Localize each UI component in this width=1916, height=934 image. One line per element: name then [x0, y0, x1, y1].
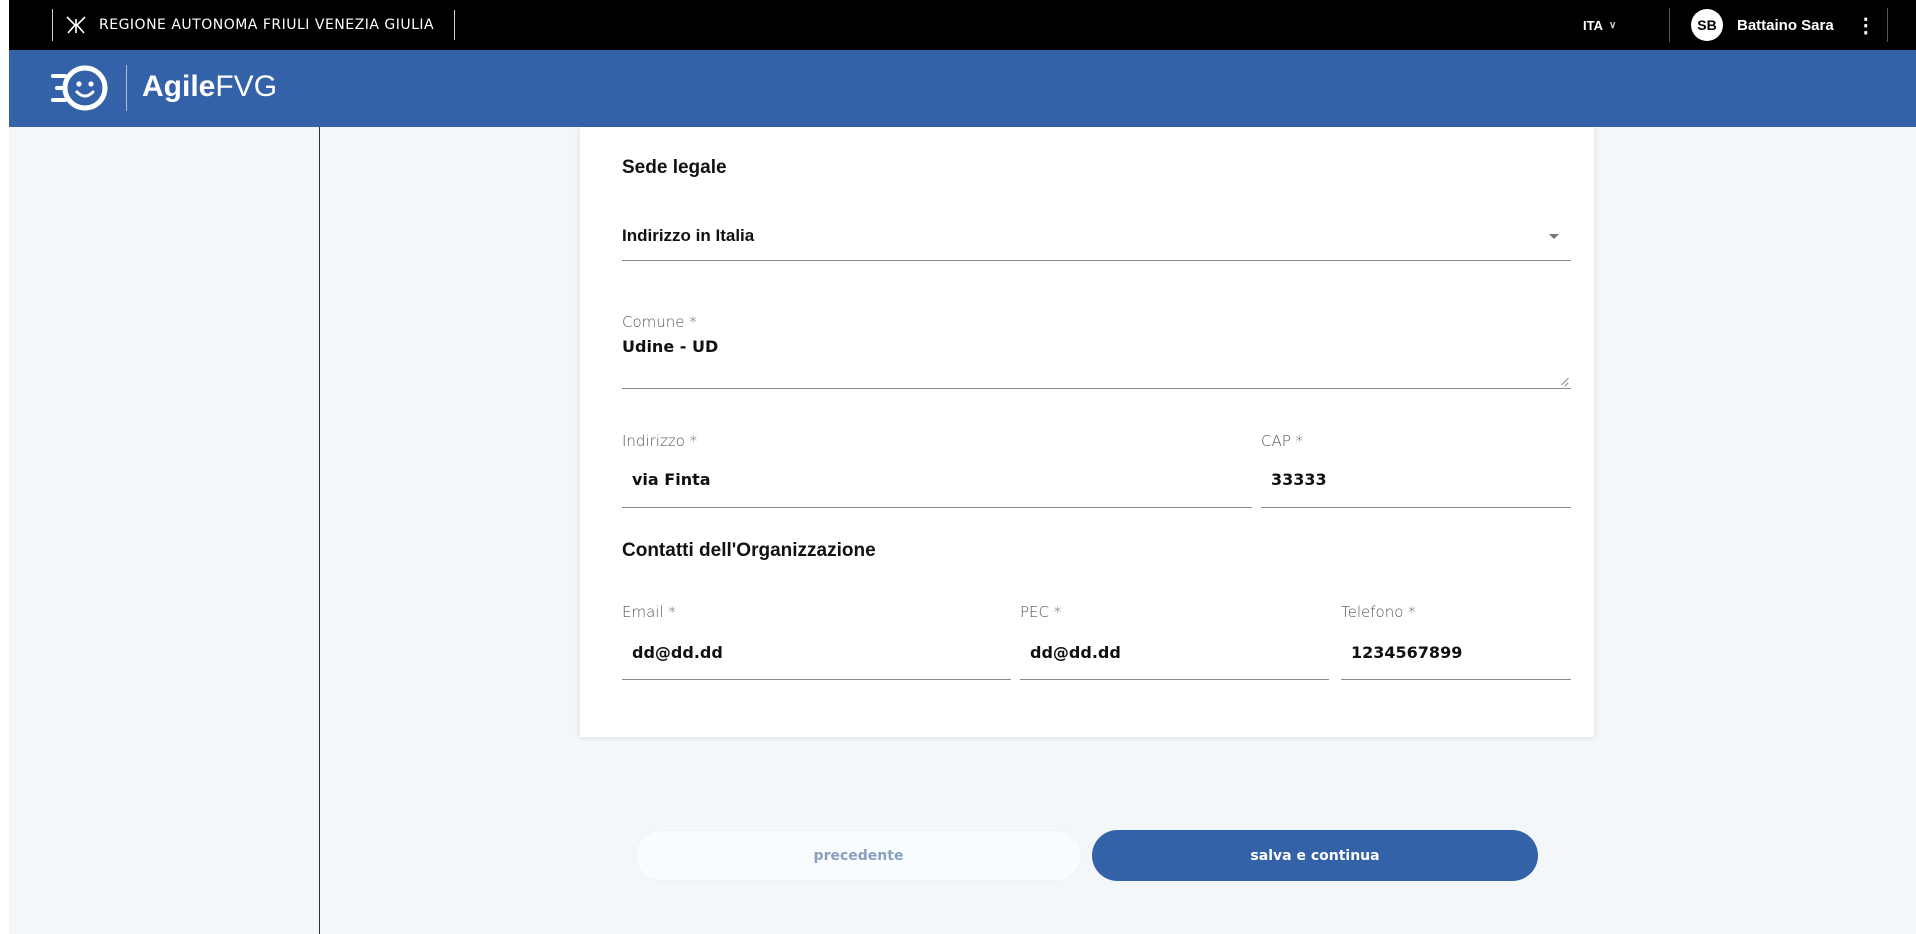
form-card: Sede legale Indirizzo in Italia Comune *…: [580, 127, 1594, 737]
comune-field[interactable]: Comune * Udine - UD: [622, 313, 1571, 389]
section-title-sede-legale: Sede legale: [622, 157, 727, 178]
region-brand[interactable]: REGIONE AUTONOMA FRIULI VENEZIA GIULIA: [52, 0, 434, 50]
user-menu[interactable]: SB Battaino Sara ⋮: [1691, 0, 1876, 50]
comune-label: Comune *: [622, 313, 697, 331]
field-underline: [1341, 679, 1571, 680]
chevron-down-icon: ∨: [1608, 19, 1617, 31]
email-field[interactable]: Email * dd@dd.dd: [622, 603, 1011, 680]
app-title-regular: FVG: [215, 70, 278, 103]
address-type-value: Indirizzo in Italia: [622, 226, 755, 245]
pec-value: dd@dd.dd: [1030, 643, 1121, 662]
region-eagle-icon: [63, 12, 89, 38]
app-header: AgileFVG: [9, 50, 1916, 127]
app-frame: REGIONE AUTONOMA FRIULI VENEZIA GIULIA I…: [9, 0, 1916, 934]
cap-field[interactable]: CAP * 33333: [1261, 432, 1571, 508]
field-underline: [1020, 679, 1329, 680]
divider: [454, 10, 455, 40]
agilefvg-logo-icon[interactable]: [51, 62, 111, 114]
telefono-label: Telefono *: [1341, 603, 1416, 621]
app-title-bold: Agile: [142, 70, 216, 103]
comune-value: Udine - UD: [622, 337, 719, 356]
cap-value: 33333: [1271, 470, 1327, 489]
top-bar: REGIONE AUTONOMA FRIULI VENEZIA GIULIA I…: [9, 0, 1916, 50]
divider: [52, 9, 53, 41]
divider: [1669, 8, 1670, 42]
indirizzo-value: via Finta: [632, 470, 711, 489]
field-underline: [622, 507, 1252, 508]
indirizzo-field[interactable]: Indirizzo * via Finta: [622, 432, 1252, 508]
pec-label: PEC *: [1020, 603, 1062, 621]
sidebar-divider: [319, 127, 320, 934]
region-name: REGIONE AUTONOMA FRIULI VENEZIA GIULIA: [99, 17, 435, 33]
language-selector[interactable]: ITA ∨: [1583, 0, 1616, 50]
section-title-contatti: Contatti dell'Organizzazione: [622, 540, 876, 561]
divider: [1887, 8, 1888, 42]
field-underline: [622, 388, 1571, 389]
user-name: Battaino Sara: [1737, 16, 1834, 34]
resize-handle-icon[interactable]: [1559, 376, 1569, 386]
field-underline: [622, 679, 1011, 680]
dropdown-caret-icon: [1549, 234, 1559, 239]
email-value: dd@dd.dd: [632, 643, 723, 662]
pec-field[interactable]: PEC * dd@dd.dd: [1020, 603, 1329, 680]
indirizzo-label: Indirizzo *: [622, 432, 698, 450]
address-type-select[interactable]: Indirizzo in Italia: [622, 226, 1571, 261]
email-label: Email *: [622, 603, 676, 621]
field-underline: [622, 260, 1571, 261]
avatar: SB: [1691, 9, 1723, 41]
previous-button[interactable]: precedente: [635, 830, 1082, 881]
app-title[interactable]: AgileFVG: [142, 70, 277, 104]
kebab-menu-icon[interactable]: ⋮: [1856, 13, 1876, 38]
telefono-field[interactable]: Telefono * 1234567899: [1341, 603, 1571, 680]
save-continue-button[interactable]: salva e continua: [1092, 830, 1538, 881]
language-label: ITA: [1583, 17, 1603, 33]
telefono-value: 1234567899: [1351, 643, 1463, 662]
field-underline: [1261, 507, 1571, 508]
divider: [126, 65, 127, 111]
cap-label: CAP *: [1261, 432, 1304, 450]
